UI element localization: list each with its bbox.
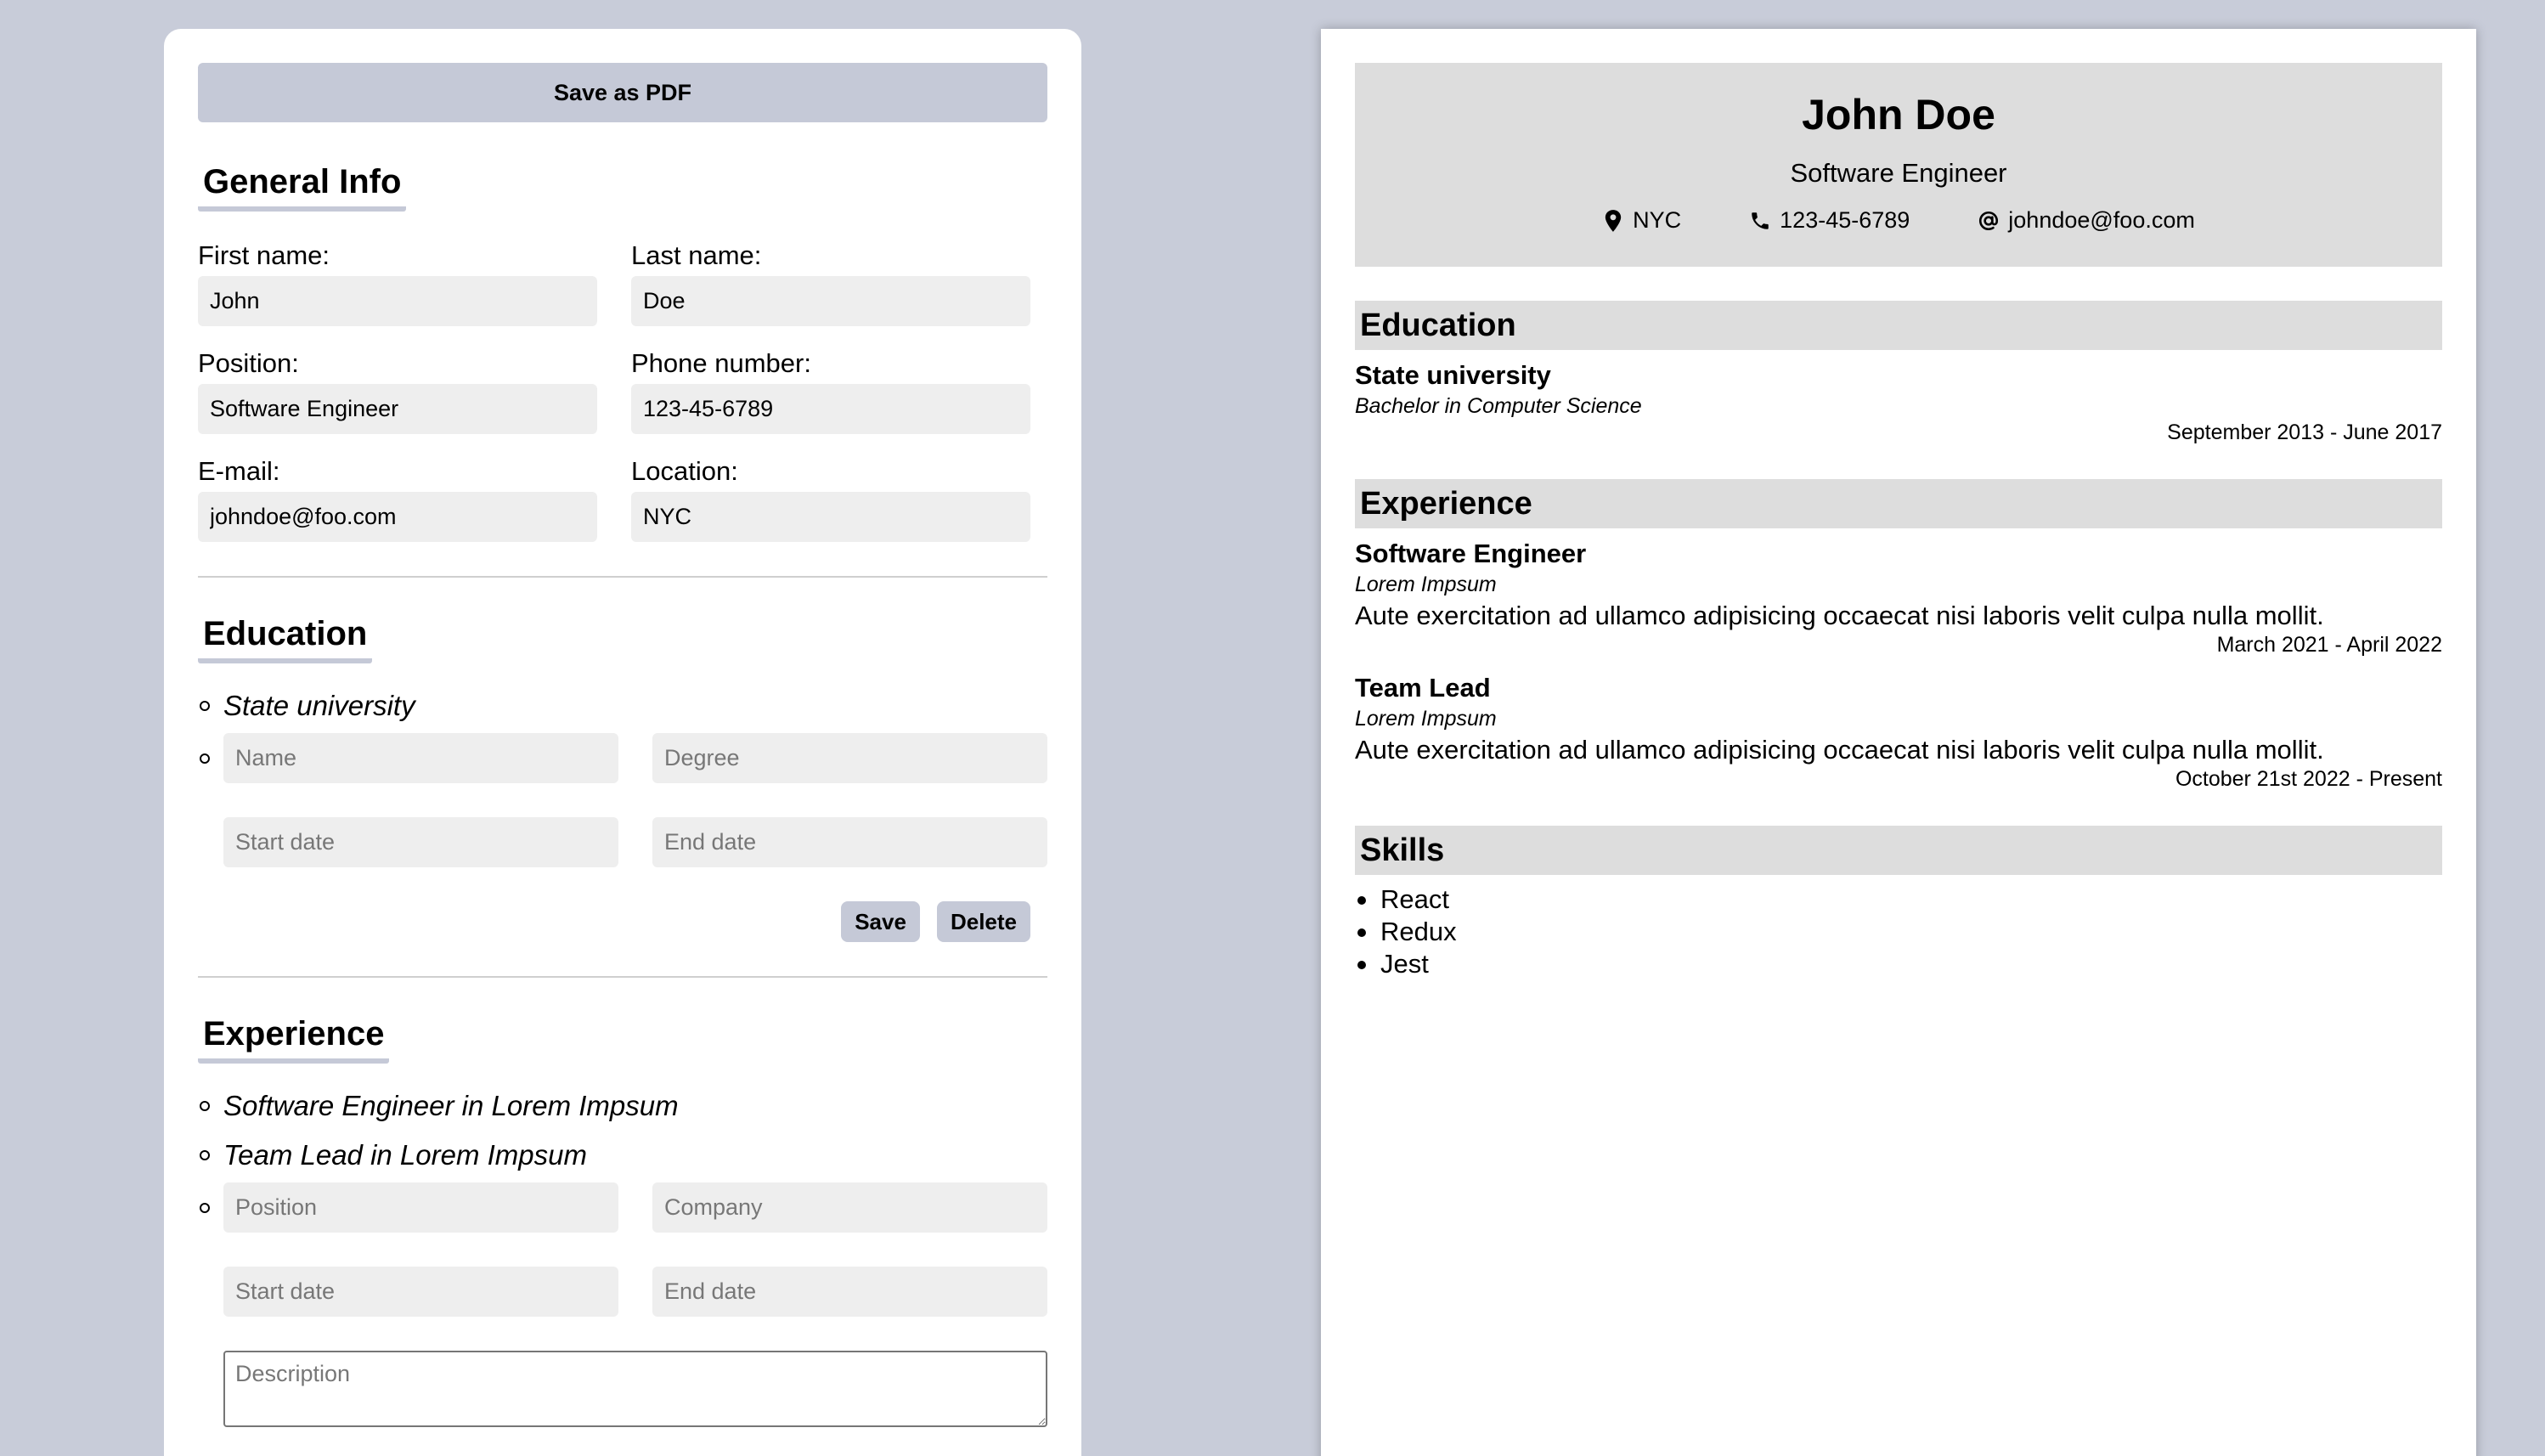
location-pin-icon [1605, 209, 1622, 232]
cv-skills-list: React Redux Jest [1355, 883, 2442, 980]
experience-heading: Experience [198, 1015, 390, 1064]
cv-education-entry: State university Bachelor in Computer Sc… [1355, 350, 2442, 445]
section-divider [198, 576, 1047, 578]
cv-entry-subtitle: Lorem Impsum [1355, 573, 1497, 596]
cv-entry-subtitle: Lorem Impsum [1355, 707, 1497, 731]
position-field-group: Position: [198, 348, 597, 434]
cv-skills-heading: Skills [1355, 826, 2442, 875]
cv-entry-dates: March 2021 - April 2022 [2216, 633, 2442, 657]
hollow-bullet-icon [200, 1150, 210, 1160]
hollow-bullet-icon [200, 1203, 210, 1213]
cv-entry-description: Aute exercitation ad ullamco adipisicing… [1355, 601, 2324, 630]
cv-email-text: johndoe@foo.com [2008, 207, 2195, 233]
cv-skill-item: Jest [1355, 948, 2442, 980]
hollow-bullet-icon [200, 753, 210, 764]
phone-input[interactable] [631, 384, 1030, 434]
phone-icon [1752, 212, 1769, 229]
cv-contact-email: johndoe@foo.com [1978, 207, 2195, 234]
experience-form [198, 1182, 1047, 1317]
experience-end-date-input[interactable] [652, 1267, 1047, 1317]
education-name-input[interactable] [223, 733, 618, 783]
email-input[interactable] [198, 492, 597, 542]
experience-company-input[interactable] [652, 1182, 1047, 1233]
experience-item-label: Software Engineer in Lorem Impsum [223, 1090, 679, 1121]
cv-entry-title: State university [1355, 360, 1551, 390]
position-label: Position: [198, 348, 299, 378]
location-input[interactable] [631, 492, 1030, 542]
hollow-bullet-icon [200, 701, 210, 711]
first-name-field-group: First name: [198, 240, 597, 326]
cv-education-heading: Education [1355, 301, 2442, 350]
cv-preview-page: John Doe Software Engineer NYC 123-45-67… [1321, 29, 2476, 1456]
cv-experience-entry: Team Lead Lorem Impsum Aute exercitation… [1355, 657, 2442, 792]
experience-list-item[interactable]: Software Engineer in Lorem Impsum [198, 1084, 1047, 1133]
cv-entry-dates: September 2013 - June 2017 [2167, 420, 2442, 444]
last-name-field-group: Last name: [631, 240, 1030, 326]
education-form-actions: Save Delete [223, 901, 1047, 942]
experience-list-item[interactable]: Team Lead in Lorem Impsum [198, 1133, 1047, 1182]
education-delete-button[interactable]: Delete [936, 901, 1030, 942]
cv-skill-item: Redux [1355, 916, 2442, 948]
cv-education-section: Education State university Bachelor in C… [1355, 301, 2442, 445]
cv-entry-dates: October 21st 2022 - Present [2175, 767, 2442, 791]
first-name-label: First name: [198, 240, 330, 270]
education-item-label: State university [223, 690, 415, 721]
last-name-label: Last name: [631, 240, 762, 270]
general-info-heading: General Info [198, 163, 407, 212]
cv-skills-section: Skills React Redux Jest [1355, 826, 2442, 980]
position-input[interactable] [198, 384, 597, 434]
first-name-input[interactable] [198, 276, 597, 326]
location-label: Location: [631, 456, 738, 486]
education-list-item[interactable]: State university [198, 684, 1047, 733]
cv-entry-description: Aute exercitation ad ullamco adipisicing… [1355, 735, 2324, 765]
cv-experience-section: Experience Software Engineer Lorem Impsu… [1355, 479, 2442, 792]
education-heading: Education [198, 615, 373, 663]
cv-header: John Doe Software Engineer NYC 123-45-67… [1355, 63, 2442, 267]
cv-experience-entry: Software Engineer Lorem Impsum Aute exer… [1355, 528, 2442, 657]
general-info-form: First name: Last name: Position: Phone n… [198, 240, 1047, 542]
save-as-pdf-button[interactable]: Save as PDF [198, 63, 1047, 122]
at-sign-icon [1979, 211, 1999, 230]
experience-description-textarea[interactable] [223, 1351, 1047, 1427]
hollow-bullet-icon [200, 1101, 210, 1111]
phone-field-group: Phone number: [631, 348, 1030, 434]
education-start-date-input[interactable] [223, 817, 618, 867]
education-end-date-input[interactable] [652, 817, 1047, 867]
email-field-group: E-mail: [198, 456, 597, 542]
cv-entry-title: Software Engineer [1355, 539, 1587, 568]
cv-contact-location: NYC [1602, 207, 1681, 234]
education-list: State university Save Delete [198, 684, 1047, 942]
phone-label: Phone number: [631, 348, 811, 378]
cv-contact-phone: 123-45-6789 [1749, 207, 1910, 234]
cv-entry-title: Team Lead [1355, 673, 1491, 703]
education-degree-input[interactable] [652, 733, 1047, 783]
education-save-button[interactable]: Save [841, 901, 920, 942]
experience-start-date-input[interactable] [223, 1267, 618, 1317]
email-label: E-mail: [198, 456, 280, 486]
cv-location-text: NYC [1633, 207, 1682, 233]
cv-editor-panel: Save as PDF General Info First name: Las… [164, 29, 1081, 1456]
cv-entry-subtitle: Bachelor in Computer Science [1355, 394, 1642, 418]
cv-position: Software Engineer [1790, 158, 2007, 188]
experience-list: Software Engineer in Lorem Impsum Team L… [198, 1084, 1047, 1317]
section-divider [198, 976, 1047, 978]
location-field-group: Location: [631, 456, 1030, 542]
cv-experience-heading: Experience [1355, 479, 2442, 528]
experience-position-input[interactable] [223, 1182, 618, 1233]
experience-item-label: Team Lead in Lorem Impsum [223, 1139, 587, 1171]
cv-name: John Doe [1802, 91, 1995, 138]
last-name-input[interactable] [631, 276, 1030, 326]
education-form: Save Delete [198, 733, 1047, 942]
cv-contacts: NYC 123-45-6789 johndoe@foo.com [1355, 207, 2442, 234]
cv-skill-item: React [1355, 883, 2442, 916]
cv-phone-text: 123-45-6789 [1780, 207, 1910, 233]
